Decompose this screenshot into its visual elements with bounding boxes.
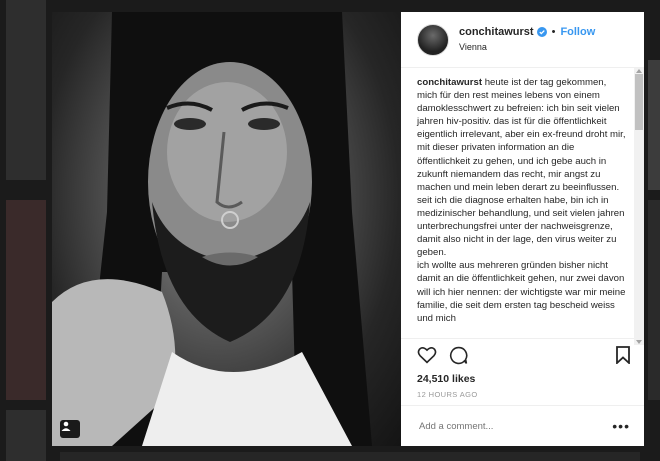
action-bar [401,338,644,371]
post-header: conchitawurst • Follow Vienna [401,12,644,68]
caption-scrollbar[interactable] [634,68,644,345]
feed-tile [648,60,660,190]
caption-body: heute ist der tag gekommen, mich für den… [417,77,626,324]
post-modal: conchitawurst • Follow Vienna conchitawu… [52,12,644,446]
likes-count[interactable]: 24,510 likes [401,371,644,389]
follow-button[interactable]: Follow [560,25,595,40]
header-line: conchitawurst • Follow [459,25,595,40]
separator-dot: • [551,25,556,38]
comment-bar: ••• [401,405,644,446]
header-text: conchitawurst • Follow Vienna [459,25,595,55]
feed-tile [6,200,46,400]
feed-tile [60,452,640,461]
comment-input[interactable] [417,419,613,433]
caption-area[interactable]: conchitawurst heute ist der tag gekommen… [401,68,644,338]
post-side-panel: conchitawurst • Follow Vienna conchitawu… [401,12,644,446]
feed-tile [648,200,660,400]
bookmark-icon[interactable] [616,346,630,364]
caption-text: conchitawurst heute ist der tag gekommen… [417,76,628,325]
comment-bubble-icon[interactable] [449,346,468,365]
verified-badge-icon [536,27,547,37]
scroll-up-arrow[interactable] [636,69,642,73]
post-photo [52,12,401,446]
username-link[interactable]: conchitawurst [459,25,534,40]
heart-icon[interactable] [417,346,437,364]
person-tag-icon[interactable] [60,420,80,438]
scroll-down-arrow[interactable] [636,340,642,344]
caption-username[interactable]: conchitawurst [417,77,482,88]
feed-tile [6,0,46,180]
feed-tile [6,410,46,461]
location-link[interactable]: Vienna [459,40,595,55]
scrollbar-thumb[interactable] [635,74,643,130]
post-timestamp[interactable]: 12 HOURS AGO [401,389,644,405]
avatar[interactable] [417,23,449,56]
more-options-icon[interactable]: ••• [612,418,630,434]
portrait-illustration [52,12,372,446]
